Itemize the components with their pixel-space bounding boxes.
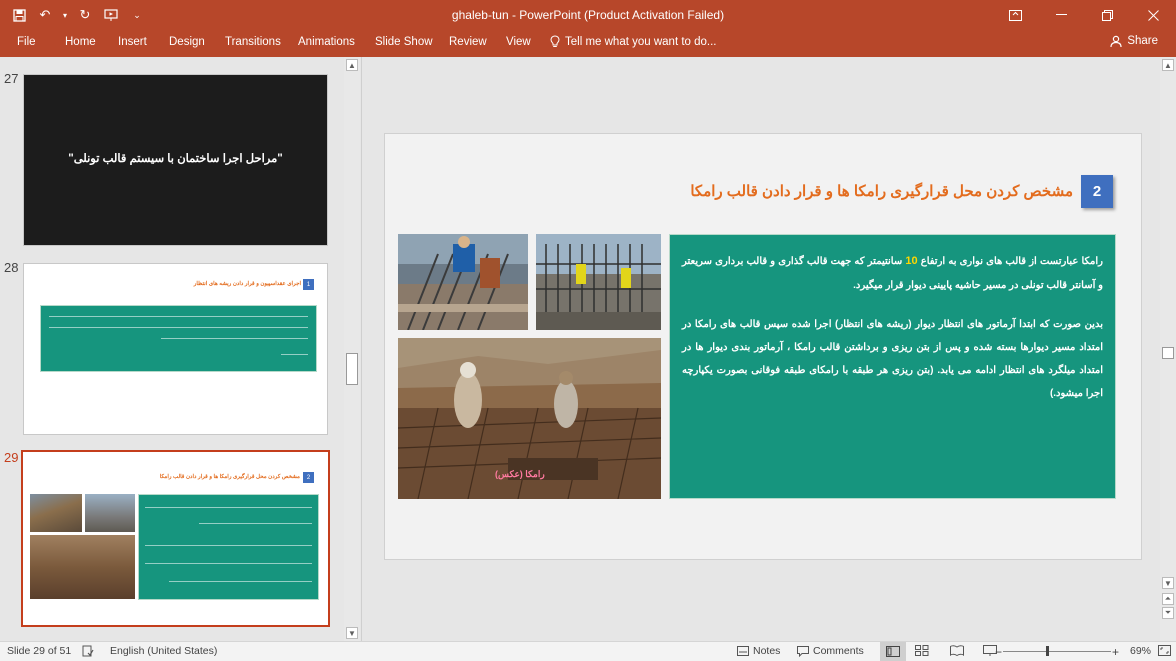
scroll-down-icon[interactable]: ▼ — [346, 627, 358, 639]
thumbnails-scrollbar[interactable]: ▲ ▼ — [344, 57, 360, 641]
reading-view-icon[interactable] — [950, 645, 964, 656]
tab-view[interactable]: View — [502, 34, 535, 50]
thumbnail-title: مشخص کردن محل قرارگیری رامکا ها و قرار د… — [159, 474, 300, 480]
ribbon-tabs: File Home Insert Design Transitions Anim… — [0, 30, 1176, 57]
slide-heading[interactable]: مشخص کردن محل قرارگیری رامکا ها و قرار د… — [690, 182, 1073, 200]
slide-number-badge[interactable]: 2 — [1081, 175, 1113, 208]
previous-slide-icon[interactable]: ⏶ — [1162, 593, 1174, 605]
thumbnail-textbox — [138, 494, 319, 600]
slide-textbox[interactable]: رامکا عبارتست از قالب های نواری به ارتفا… — [669, 234, 1116, 499]
slide-sorter-icon[interactable] — [915, 645, 929, 656]
tab-animations[interactable]: Animations — [294, 34, 359, 50]
slide-scrollbar[interactable]: ▲ ▼ ⏶ ⏷ — [1160, 57, 1176, 641]
notes-label: Notes — [753, 645, 781, 657]
person-icon — [1110, 35, 1122, 47]
comments-button[interactable]: Comments — [797, 645, 864, 657]
comments-label: Comments — [813, 645, 864, 657]
thumbnail-photo — [30, 535, 135, 599]
minimize-icon[interactable] — [1038, 0, 1084, 30]
tell-me-box[interactable]: Tell me what you want to do... — [550, 35, 717, 48]
current-slide[interactable]: مشخص کردن محل قرارگیری رامکا ها و قرار د… — [384, 133, 1142, 560]
tell-me-label: Tell me what you want to do... — [565, 35, 717, 48]
status-bar: Slide 29 of 51 English (United States) N… — [0, 641, 1176, 661]
close-icon[interactable] — [1130, 0, 1176, 30]
comment-icon — [797, 645, 809, 657]
slide-thumbnail-29[interactable]: مشخص کردن محل قرارگیری رامکا ها و قرار د… — [21, 450, 330, 627]
thumbnail-title: اجرای عقداسپیون و قرار دادن ریشه های انت… — [193, 281, 301, 287]
thumbnail-badge: 1 — [303, 279, 314, 290]
slide-thumbnails-pane: 27 "مراحل اجرا ساختمان با سیستم قالب تون… — [0, 57, 362, 641]
thumbnail-textbox — [40, 305, 317, 372]
tab-slide-show[interactable]: Slide Show — [371, 34, 437, 50]
ribbon-display-options-icon[interactable] — [992, 0, 1038, 30]
share-button[interactable]: Share — [1104, 33, 1164, 49]
fit-to-window-icon[interactable] — [1158, 645, 1171, 656]
construction-photo-rebar[interactable] — [398, 234, 528, 330]
thumbnail-photo — [85, 494, 135, 532]
scroll-down-icon[interactable]: ▼ — [1162, 577, 1174, 589]
restore-icon[interactable] — [1084, 0, 1130, 30]
thumbnail-number: 27 — [4, 71, 19, 86]
photo-caption: رامکا (عکس) — [495, 469, 545, 479]
spell-check-icon[interactable] — [82, 645, 94, 657]
scrollbar-thumb[interactable] — [1162, 347, 1174, 359]
slide-editor: مشخص کردن محل قرارگیری رامکا ها و قرار د… — [363, 57, 1176, 641]
tab-home[interactable]: Home — [61, 34, 100, 50]
next-slide-icon[interactable]: ⏷ — [1162, 607, 1174, 619]
thumbnail-number: 28 — [4, 260, 19, 275]
tab-review[interactable]: Review — [445, 34, 491, 50]
thumbnail-photo — [30, 494, 82, 532]
normal-view-icon[interactable] — [880, 642, 906, 661]
paragraph-2: بدین صورت که ابتدا آرماتور های انتظار دی… — [682, 319, 1103, 400]
window-controls — [992, 0, 1176, 30]
tab-design[interactable]: Design — [165, 34, 209, 50]
lightbulb-icon — [550, 35, 560, 47]
scroll-up-icon[interactable]: ▲ — [346, 59, 358, 71]
thumbnail-number: 29 — [4, 450, 19, 465]
scrollbar-thumb[interactable] — [346, 353, 358, 385]
notes-button[interactable]: Notes — [737, 645, 780, 657]
tab-transitions[interactable]: Transitions — [221, 34, 285, 50]
slide-counter[interactable]: Slide 29 of 51 — [7, 645, 71, 657]
language-indicator[interactable]: English (United States) — [110, 645, 217, 657]
notes-icon — [737, 646, 749, 656]
zoom-in-icon[interactable]: + — [1112, 645, 1119, 659]
paragraph-1-start: رامکا عبارتست از قالب های نواری به ارتفا… — [917, 256, 1104, 267]
zoom-level[interactable]: 69% — [1130, 645, 1151, 657]
tab-insert[interactable]: Insert — [114, 34, 151, 50]
zoom-slider[interactable] — [1003, 651, 1111, 652]
scroll-up-icon[interactable]: ▲ — [1162, 59, 1174, 71]
share-label: Share — [1127, 35, 1158, 47]
construction-photo-formwork[interactable] — [536, 234, 661, 330]
tab-file[interactable]: File — [13, 34, 40, 50]
zoom-out-icon[interactable]: − — [995, 645, 1002, 659]
slide-thumbnail-28[interactable]: اجرای عقداسپیون و قرار دادن ریشه های انت… — [23, 263, 328, 435]
title-bar: ↶ ▾ ↻ ⌄ ghaleb-tun - PowerPoint (Product… — [0, 0, 1176, 30]
zoom-slider-thumb[interactable] — [1046, 646, 1049, 656]
construction-photo-ramka[interactable]: رامکا (عکس) — [398, 338, 661, 499]
thumbnail-title: "مراحل اجرا ساختمان با سیستم قالب تونلی" — [68, 153, 283, 165]
thumbnail-badge: 2 — [303, 472, 314, 483]
slide-thumbnail-27[interactable]: "مراحل اجرا ساختمان با سیستم قالب تونلی" — [23, 74, 328, 246]
paragraph-1: رامکا عبارتست از قالب های نواری به ارتفا… — [682, 249, 1103, 297]
highlighted-number: 10 — [905, 255, 918, 267]
